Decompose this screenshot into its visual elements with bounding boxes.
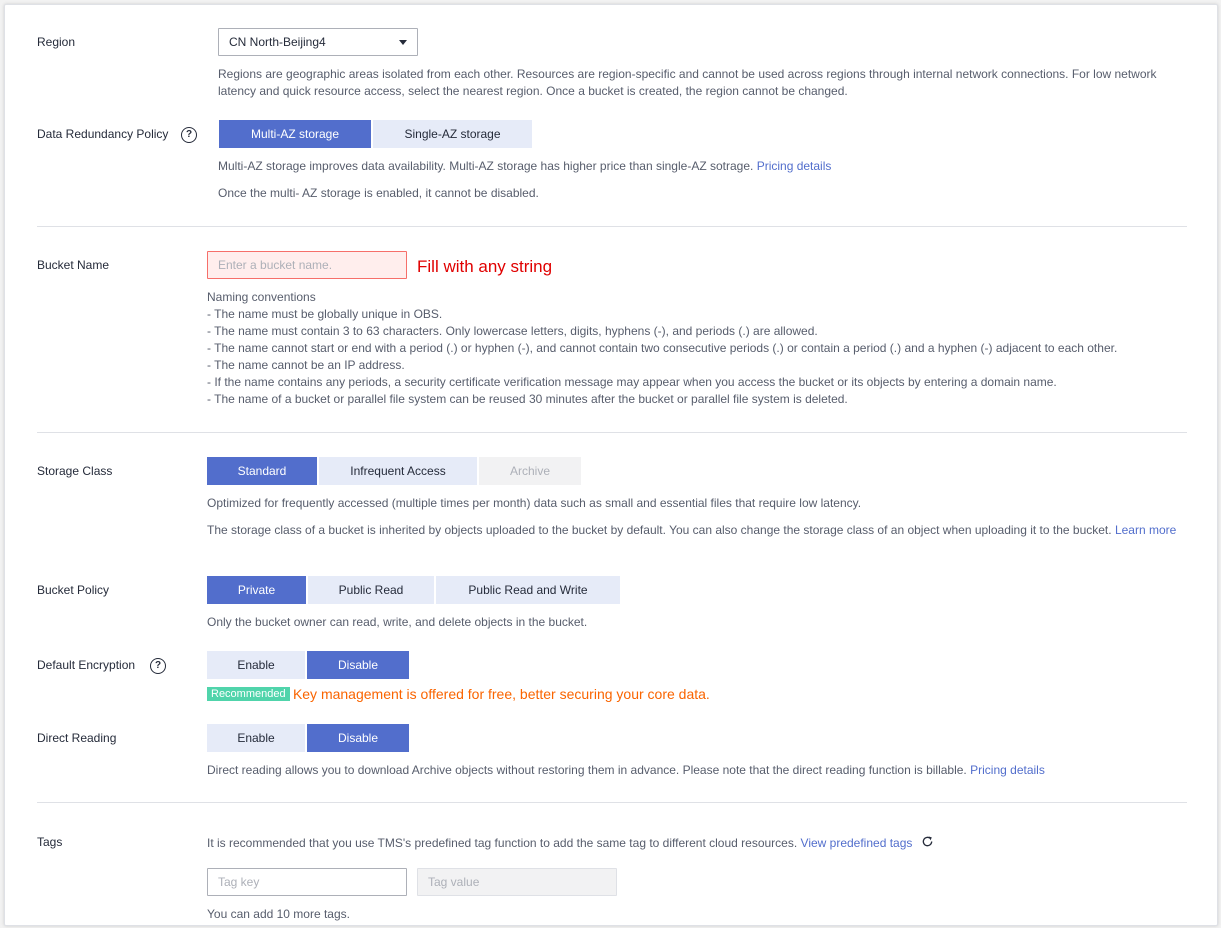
storage-class-description: Optimized for frequently accessed (multi…: [207, 496, 862, 510]
naming-conventions-title: Naming conventions: [207, 290, 316, 304]
divider: [37, 802, 1187, 803]
direct-reading-pricing-link[interactable]: Pricing details: [970, 763, 1045, 777]
private-option[interactable]: Private: [207, 576, 306, 604]
naming-rule: - If the name contains any periods, a se…: [207, 375, 1057, 389]
direct-reading-segmented-control: Enable Disable: [207, 724, 409, 752]
public-read-write-option[interactable]: Public Read and Write: [436, 576, 620, 604]
view-predefined-tags-link[interactable]: View predefined tags: [801, 836, 913, 850]
naming-conventions: Naming conventions - The name must be gl…: [207, 289, 1117, 408]
refresh-icon[interactable]: [921, 835, 934, 853]
storage-class-label: Storage Class: [37, 464, 113, 478]
redundancy-segmented-control: Multi-AZ storage Single-AZ storage: [219, 120, 532, 148]
region-label: Region: [37, 35, 76, 49]
storage-class-note-text: The storage class of a bucket is inherit…: [207, 523, 1112, 537]
divider: [37, 226, 1187, 227]
bucket-name-label: Bucket Name: [37, 258, 110, 272]
chevron-down-icon: [399, 40, 407, 45]
direct-reading-description: Direct reading allows you to download Ar…: [207, 762, 1045, 779]
direct-reading-description-text: Direct reading allows you to download Ar…: [207, 763, 967, 777]
storage-class-segmented-control: Standard Infrequent Access Archive: [207, 457, 581, 485]
question-circle-icon[interactable]: ?: [150, 658, 166, 674]
encryption-segmented-control: Enable Disable: [207, 651, 409, 679]
bucket-name-input[interactable]: [207, 251, 407, 279]
region-selected-value: CN North-Beijing4: [229, 35, 326, 49]
standard-option[interactable]: Standard: [207, 457, 317, 485]
direct-reading-enable-option[interactable]: Enable: [207, 724, 305, 752]
naming-rule: - The name cannot start or end with a pe…: [207, 341, 1118, 355]
question-circle-icon[interactable]: ?: [181, 127, 197, 143]
naming-rule: - The name must contain 3 to 63 characte…: [207, 324, 818, 338]
tag-key-input[interactable]: [207, 868, 407, 896]
tags-label: Tags: [37, 835, 63, 849]
encryption-enable-option[interactable]: Enable: [207, 651, 305, 679]
multi-az-option[interactable]: Multi-AZ storage: [219, 120, 371, 148]
storage-class-note: The storage class of a bucket is inherit…: [207, 522, 1192, 539]
public-read-option[interactable]: Public Read: [308, 576, 434, 604]
encryption-recommendation: Recommended Key management is offered fo…: [207, 686, 710, 702]
tags-description-text: It is recommended that you use TMS's pre…: [207, 836, 798, 851]
bucket-policy-description: Only the bucket owner can read, write, a…: [207, 615, 588, 629]
tags-description: It is recommended that you use TMS's pre…: [207, 835, 934, 853]
naming-rule: - The name of a bucket or parallel file …: [207, 392, 848, 406]
single-az-option[interactable]: Single-AZ storage: [373, 120, 532, 148]
direct-reading-label: Direct Reading: [37, 731, 117, 745]
tags-remaining: You can add 10 more tags.: [207, 907, 350, 921]
redundancy-description: Multi-AZ storage improves data availabil…: [218, 158, 831, 175]
naming-rule: - The name cannot be an IP address.: [207, 358, 405, 372]
redundancy-label: Data Redundancy Policy: [37, 127, 169, 141]
create-bucket-form: Region CN North-Beijing4 Regions are geo…: [4, 4, 1218, 926]
redundancy-note: Once the multi- AZ storage is enabled, i…: [218, 186, 539, 200]
encryption-disable-option[interactable]: Disable: [307, 651, 409, 679]
divider: [37, 432, 1187, 433]
infrequent-access-option[interactable]: Infrequent Access: [319, 457, 477, 485]
redundancy-description-text: Multi-AZ storage improves data availabil…: [218, 159, 754, 173]
learn-more-link[interactable]: Learn more: [1115, 523, 1176, 537]
bucket-policy-label: Bucket Policy: [37, 583, 110, 597]
encryption-label: Default Encryption: [37, 658, 136, 672]
naming-rule: - The name must be globally unique in OB…: [207, 307, 443, 321]
recommended-badge: Recommended: [207, 687, 290, 701]
tag-value-input: [417, 868, 617, 896]
fill-annotation: Fill with any string: [417, 257, 553, 276]
direct-reading-disable-option[interactable]: Disable: [307, 724, 409, 752]
recommendation-text: Key management is offered for free, bett…: [292, 686, 710, 702]
region-description: Regions are geographic areas isolated fr…: [218, 67, 1157, 98]
region-select[interactable]: CN North-Beijing4: [218, 28, 418, 56]
archive-option: Archive: [479, 457, 581, 485]
bucket-policy-segmented-control: Private Public Read Public Read and Writ…: [207, 576, 620, 604]
redundancy-pricing-link[interactable]: Pricing details: [757, 159, 832, 173]
